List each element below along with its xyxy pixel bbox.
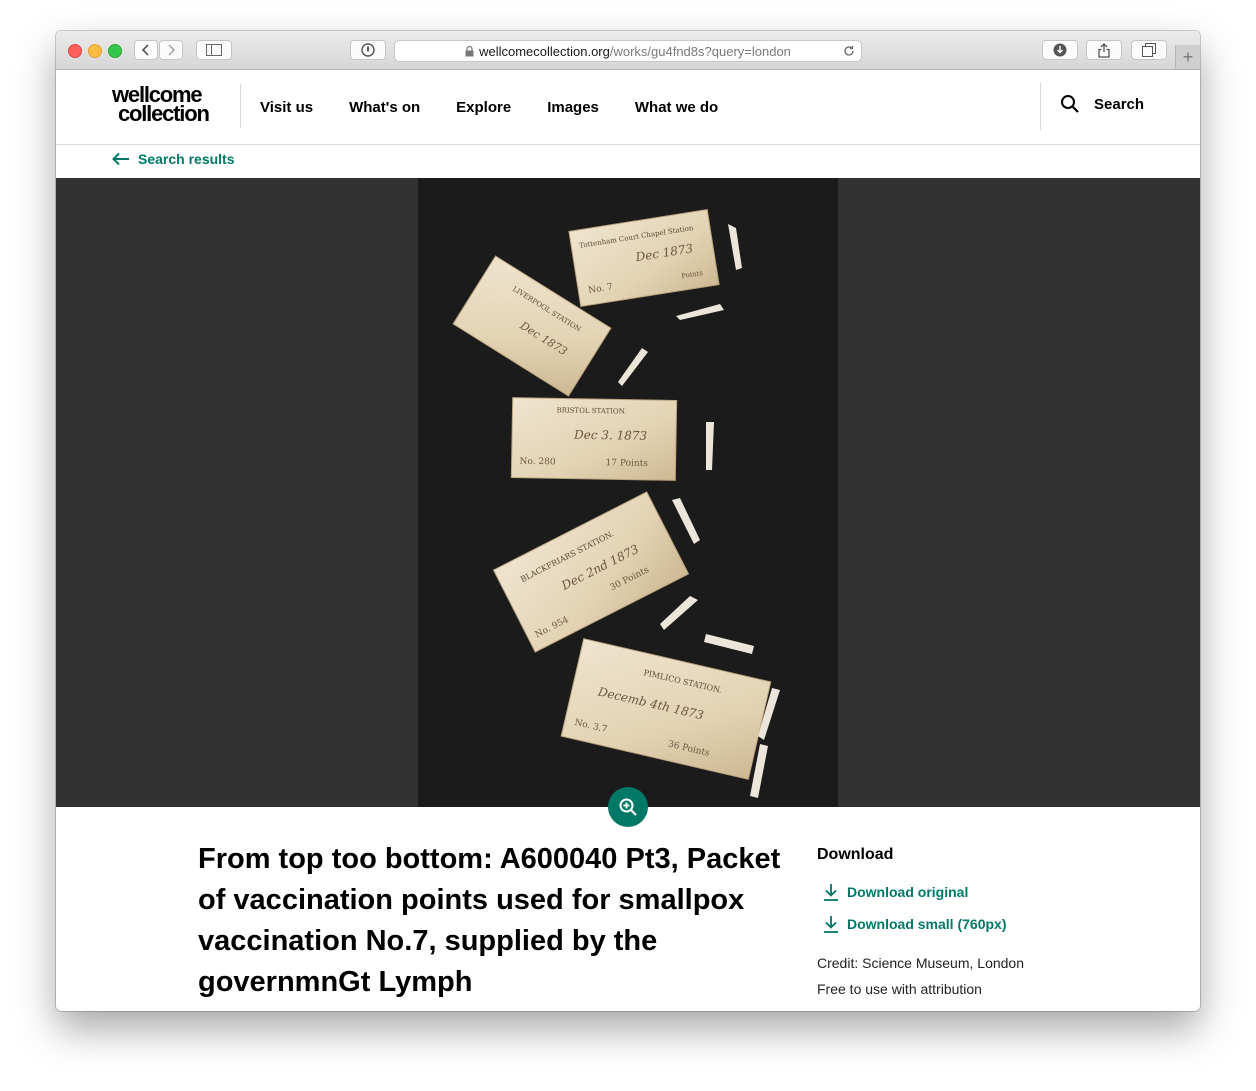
packet3-date: Dec 3. 1873 bbox=[573, 428, 648, 443]
arrow-left-icon bbox=[112, 152, 129, 166]
download-original-label: Download original bbox=[847, 884, 969, 900]
download-small-link[interactable]: Download small (760px) bbox=[823, 908, 1117, 940]
main-nav: Visit us What's on Explore Images What w… bbox=[260, 70, 754, 144]
share-icon bbox=[1098, 42, 1110, 58]
tabs-overview-button[interactable] bbox=[1131, 40, 1167, 60]
nav-visit-us[interactable]: Visit us bbox=[260, 95, 313, 120]
sidebar-icon bbox=[206, 44, 222, 56]
zoom-window-button[interactable] bbox=[108, 44, 122, 58]
credit-text: Credit: Science Museum, London bbox=[817, 955, 1024, 971]
minimize-window-button[interactable] bbox=[88, 44, 102, 58]
url-host: wellcomecollection.org bbox=[479, 43, 610, 59]
share-button[interactable] bbox=[1086, 40, 1122, 60]
forward-nav-button[interactable] bbox=[159, 40, 183, 60]
url-path: /works/gu4fnd8s?query=london bbox=[609, 43, 791, 59]
packet3-no: No. 280 bbox=[520, 457, 556, 468]
nav-label: What we do bbox=[634, 98, 719, 116]
header-divider bbox=[240, 84, 241, 128]
nav-label: Explore bbox=[456, 98, 512, 116]
download-heading: Download bbox=[817, 846, 894, 863]
download-small-label: Download small (760px) bbox=[847, 916, 1007, 932]
packet3-points: 17 Points bbox=[605, 458, 648, 469]
logo-line-2: collection bbox=[118, 101, 210, 126]
back-label: Search results bbox=[138, 151, 235, 167]
download-icon bbox=[824, 916, 838, 933]
key-icon bbox=[361, 43, 375, 57]
nav-whats-on[interactable]: What's on bbox=[349, 95, 420, 120]
lock-icon bbox=[465, 45, 474, 56]
address-bar[interactable]: wellcomecollection.org/works/gu4fnd8s?qu… bbox=[394, 40, 862, 62]
nav-label: Visit us bbox=[260, 98, 314, 116]
work-title: From top too bottom: A600040 Pt3, Packet… bbox=[198, 843, 781, 998]
search-divider bbox=[1040, 82, 1041, 130]
search-button[interactable]: Search bbox=[1060, 94, 1144, 114]
site-header: wellcome collection Visit us What's on E… bbox=[56, 70, 1200, 145]
zoom-in-button[interactable] bbox=[608, 787, 648, 827]
packet3-station: BRISTOL STATION. bbox=[556, 406, 626, 415]
nav-label: Images bbox=[547, 98, 599, 116]
download-circle-icon bbox=[1053, 43, 1067, 57]
browser-toolbar: wellcomecollection.org/works/gu4fnd8s?qu… bbox=[56, 31, 1200, 70]
back-nav-button[interactable] bbox=[134, 40, 158, 60]
download-panel: Download Download original Download smal… bbox=[817, 846, 1117, 1002]
credit-block: Credit: Science Museum, London Free to u… bbox=[817, 950, 1117, 1002]
download-icon bbox=[824, 884, 838, 901]
zoom-in-icon bbox=[619, 798, 637, 816]
tabs-icon bbox=[1142, 43, 1156, 57]
back-to-search-link[interactable]: Search results bbox=[112, 151, 235, 167]
sidebar-toggle-button[interactable] bbox=[196, 40, 232, 60]
image-viewer: Tottenham Court Chapel Station Dec 1873 … bbox=[56, 178, 1200, 807]
close-window-button[interactable] bbox=[68, 44, 82, 58]
packet-bristol: BRISTOL STATION. Dec 3. 1873 No. 280 17 … bbox=[510, 397, 678, 481]
search-label: Search bbox=[1094, 95, 1145, 113]
new-tab-button[interactable]: + bbox=[1175, 45, 1200, 69]
reload-icon[interactable] bbox=[843, 45, 855, 57]
nav-explore[interactable]: Explore bbox=[456, 95, 511, 120]
wellcome-logo[interactable]: wellcome collection bbox=[112, 84, 222, 126]
packets-illustration: Tottenham Court Chapel Station Dec 1873 … bbox=[418, 178, 838, 807]
artwork-image[interactable]: Tottenham Court Chapel Station Dec 1873 … bbox=[418, 178, 838, 807]
license-text: Free to use with attribution bbox=[817, 981, 982, 997]
chevron-left-icon bbox=[141, 44, 149, 56]
nav-images[interactable]: Images bbox=[543, 95, 603, 120]
nav-what-we-do[interactable]: What we do bbox=[635, 95, 718, 120]
plus-icon: + bbox=[1182, 46, 1194, 67]
chevron-right-icon bbox=[168, 44, 176, 56]
browser-window: wellcomecollection.org/works/gu4fnd8s?qu… bbox=[56, 31, 1200, 1011]
search-icon bbox=[1061, 95, 1079, 113]
download-original-link[interactable]: Download original bbox=[823, 876, 1117, 908]
nav-label: What's on bbox=[349, 98, 421, 116]
downloads-button[interactable] bbox=[1042, 40, 1078, 60]
password-button[interactable] bbox=[350, 40, 386, 60]
